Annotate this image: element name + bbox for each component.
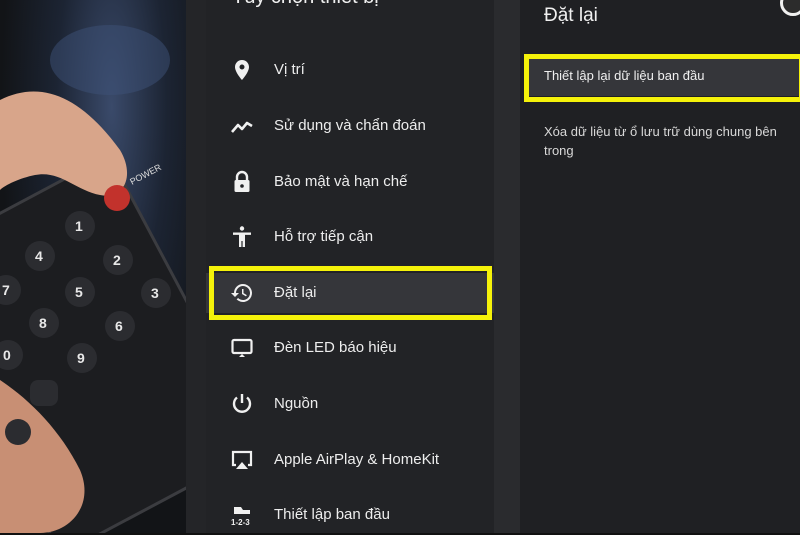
key-0: 0 <box>3 347 11 363</box>
divider-right <box>494 0 520 533</box>
key-2: 2 <box>113 252 121 268</box>
menu-item-accessibility[interactable]: Hỗ trợ tiếp cận <box>206 217 494 257</box>
setup-123-icon: 1-2-3 <box>231 507 250 527</box>
power-label: POWER <box>128 162 163 187</box>
reset-title: Đặt lại <box>544 5 598 26</box>
menu-item-label: Nguồn <box>274 395 319 412</box>
menu-item-location[interactable]: Vị trí <box>206 50 494 90</box>
menu-item-security[interactable]: Bảo mật và hạn chế <box>206 162 494 202</box>
location-pin-icon <box>235 60 249 80</box>
screen-led-icon <box>231 338 253 357</box>
lock-icon <box>234 170 250 192</box>
menu-item-label: Thiết lập ban đầu <box>274 506 390 523</box>
page-title: Tùy chọn thiết bị <box>232 0 379 9</box>
remote-photo: POWER 1 4 2 7 5 3 8 6 0 9 <box>0 0 186 533</box>
highlight-box-factory-reset <box>524 54 800 102</box>
menu-item-label: Đèn LED báo hiệu <box>274 339 397 356</box>
menu-item-airplay[interactable]: Apple AirPlay & HomeKit <box>206 440 494 480</box>
highlight-box-reset <box>209 266 492 320</box>
menu-item-label: Bảo mật và hạn chế <box>274 173 408 190</box>
menu-item-label: Apple AirPlay & HomeKit <box>274 451 440 468</box>
power-icon <box>232 394 252 413</box>
svg-text:1-2-3: 1-2-3 <box>231 518 250 527</box>
airplay-icon <box>231 450 253 469</box>
menu-item-initial-setup[interactable]: 1-2-3 Thiết lập ban đầu <box>206 495 494 535</box>
reset-description: Xóa dữ liệu từ ổ lưu trữ dùng chung bên … <box>544 124 777 158</box>
menu-item-power[interactable]: Nguồn <box>206 384 494 424</box>
menu-item-label: Sử dụng và chẩn đoán <box>274 117 426 134</box>
key-6: 6 <box>115 318 123 334</box>
trend-line-icon <box>231 121 253 133</box>
menu-item-label: Hỗ trợ tiếp cận <box>274 228 374 245</box>
key-5: 5 <box>75 284 83 300</box>
divider-left <box>186 0 206 533</box>
key-8: 8 <box>39 315 47 331</box>
key-7: 7 <box>2 282 10 298</box>
menu-item-led[interactable]: Đèn LED báo hiệu <box>206 328 494 368</box>
menu-item-label: Vị trí <box>274 61 305 78</box>
accessibility-icon <box>233 226 251 247</box>
menu-item-usage-diagnostics[interactable]: Sử dụng và chẩn đoán <box>206 106 494 146</box>
key-1: 1 <box>75 218 83 234</box>
key-9: 9 <box>77 350 85 366</box>
key-4: 4 <box>35 248 43 264</box>
key-3: 3 <box>151 285 159 301</box>
